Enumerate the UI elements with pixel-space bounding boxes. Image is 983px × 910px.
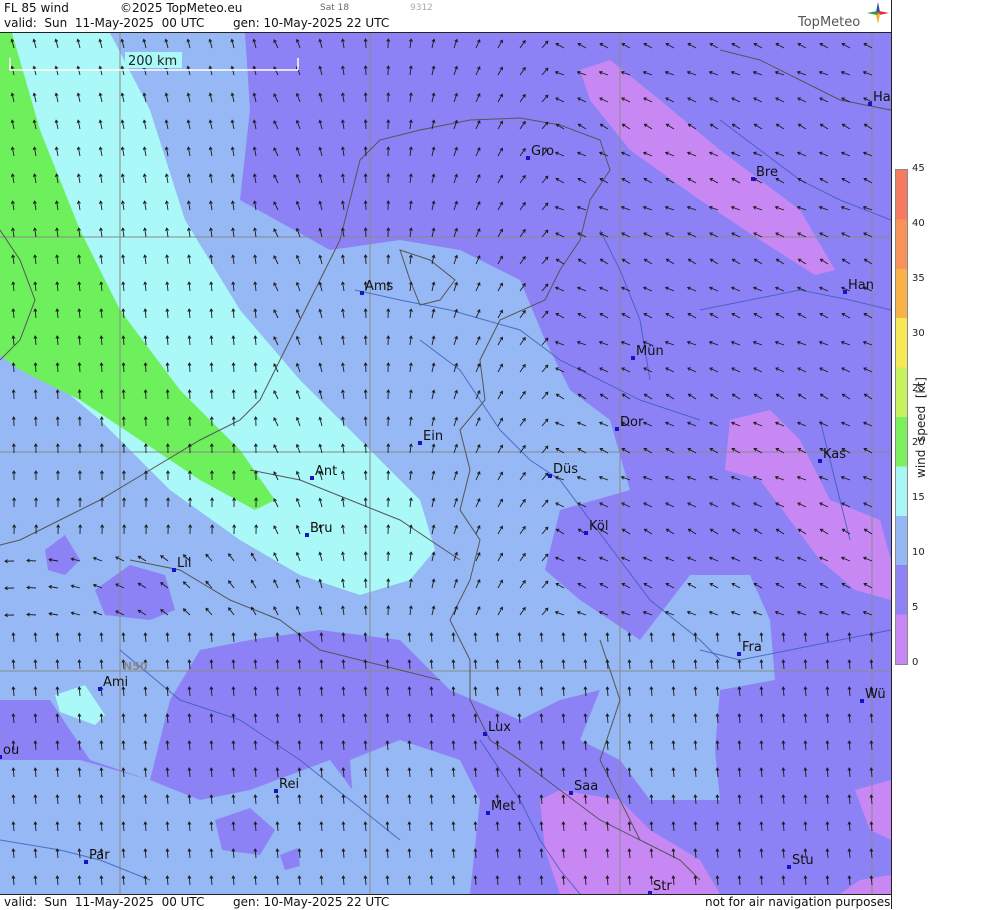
city-marker bbox=[631, 356, 635, 360]
city-label: Mün bbox=[636, 344, 664, 359]
city-label: Lil bbox=[177, 556, 191, 571]
city-label: Saa bbox=[574, 779, 598, 794]
city-marker bbox=[584, 531, 588, 535]
latitude-label: N50 bbox=[123, 660, 148, 673]
code-label: 9312 bbox=[410, 3, 433, 13]
disclaimer-text: not for air navigation purposes bbox=[705, 895, 891, 909]
city-marker bbox=[84, 860, 88, 864]
city-label: Ams bbox=[365, 279, 394, 294]
city-label: Düs bbox=[553, 462, 578, 477]
city-label: Bru bbox=[310, 521, 333, 536]
city-label: Wü bbox=[865, 687, 886, 702]
city-marker bbox=[737, 652, 741, 656]
colorbar-tick: 35 bbox=[912, 272, 925, 284]
city-marker bbox=[569, 791, 573, 795]
city-düs: Düs bbox=[548, 462, 578, 478]
generated-time: gen: 10-May-2025 22 UTC bbox=[233, 16, 390, 30]
city-label: Fra bbox=[742, 640, 762, 655]
colorbar-tick: 40 bbox=[912, 217, 925, 229]
city-label: Köl bbox=[589, 519, 608, 534]
city-marker bbox=[843, 290, 847, 294]
colorbar-tick: 10 bbox=[912, 547, 925, 559]
city-marker bbox=[818, 459, 822, 463]
city-label: Gro bbox=[531, 144, 554, 159]
city-bre: Bre bbox=[751, 165, 778, 181]
footer-valid-time: valid: Sun 11-May-2025 00 UTC bbox=[4, 895, 205, 909]
city-label: Bre bbox=[756, 165, 778, 180]
city-marker bbox=[868, 102, 872, 106]
city-marker bbox=[360, 291, 364, 295]
city-marker bbox=[274, 789, 278, 793]
city-label: Ha bbox=[873, 90, 891, 105]
city-label: Rei bbox=[279, 777, 299, 792]
city-label: Met bbox=[491, 799, 515, 814]
city-dor: Dor bbox=[615, 415, 644, 431]
city-marker bbox=[310, 476, 314, 480]
city-saa: Saa bbox=[569, 779, 598, 795]
city-marker bbox=[787, 865, 791, 869]
colorbar-tick: 15 bbox=[912, 492, 925, 504]
city-ant: Ant bbox=[310, 464, 337, 480]
topmeteo-logo-text: TopMeteo bbox=[798, 15, 861, 30]
wind-speed-colorbar bbox=[895, 169, 908, 665]
city-marker bbox=[751, 177, 755, 181]
city-label: ou bbox=[3, 743, 19, 758]
footer-bar: valid: Sun 11-May-2025 00 UTC gen: 10-Ma… bbox=[0, 894, 891, 910]
compass-logo-icon bbox=[867, 2, 889, 24]
city-label: Ami bbox=[103, 675, 128, 690]
city-ams: Ams bbox=[360, 279, 394, 295]
city-marker bbox=[548, 474, 552, 478]
city-met: Met bbox=[486, 799, 515, 815]
city-gro: Gro bbox=[526, 144, 554, 160]
colorbar-tick: 30 bbox=[912, 327, 925, 339]
legend-panel: 45 40 35 30 25 20 15 10 5 0 wind speed [kt] bbox=[891, 0, 983, 909]
city-label: Ant bbox=[315, 464, 337, 479]
city-marker bbox=[418, 441, 422, 445]
colorbar-tick: 0 bbox=[912, 657, 919, 668]
city-label: Stu bbox=[792, 853, 814, 868]
wind-map[interactable]: 200 km N50 Gro Bre Ha Han Ams Mün Dor Ein Kas Ant… bbox=[0, 33, 891, 894]
city-label: Kas bbox=[823, 447, 846, 462]
city-marker bbox=[305, 533, 309, 537]
city-marker bbox=[172, 568, 176, 572]
header-bar: FL 85 wind ©2025 TopMeteo.eu Sat 18 9312… bbox=[0, 0, 891, 33]
city-label: Dor bbox=[620, 415, 644, 430]
city-marker bbox=[526, 156, 530, 160]
city-marker bbox=[860, 699, 864, 703]
city-kas: Kas bbox=[818, 447, 846, 463]
sat-label: Sat 18 bbox=[320, 3, 350, 13]
footer-generated-time: gen: 10-May-2025 22 UTC bbox=[233, 895, 390, 909]
city-label: Par bbox=[89, 848, 110, 863]
city-label: Str bbox=[653, 879, 672, 894]
city-bru: Bru bbox=[305, 521, 333, 537]
city-marker bbox=[486, 811, 490, 815]
city-label: Han bbox=[848, 278, 874, 293]
city-lux: Lux bbox=[483, 720, 511, 736]
colorbar-tick: 45 bbox=[912, 163, 925, 174]
city-mün: Mün bbox=[631, 344, 664, 360]
city-label: Ein bbox=[423, 429, 443, 444]
colorbar-tick: 5 bbox=[912, 602, 919, 614]
copyright-text: ©2025 TopMeteo.eu bbox=[120, 1, 243, 15]
valid-time: valid: Sun 11-May-2025 00 UTC bbox=[4, 16, 205, 30]
city-ou: ou bbox=[0, 743, 19, 759]
city-marker bbox=[483, 732, 487, 736]
city-marker bbox=[98, 687, 102, 691]
city-marker bbox=[615, 427, 619, 431]
city-marker bbox=[0, 755, 2, 759]
colorbar-title: wind speed [kt] bbox=[914, 377, 928, 478]
city-ami: Ami bbox=[98, 675, 128, 691]
city-label: Lux bbox=[488, 720, 511, 735]
city-han: Han bbox=[843, 278, 874, 294]
scale-label: 200 km bbox=[128, 54, 177, 69]
product-title: FL 85 wind bbox=[4, 1, 69, 15]
